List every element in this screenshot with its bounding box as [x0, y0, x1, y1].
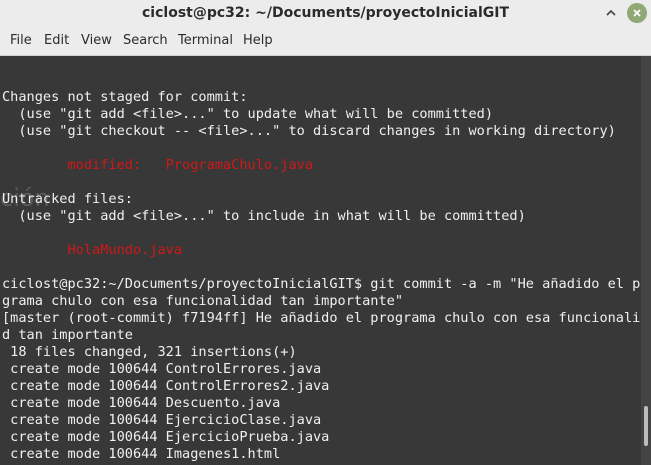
terminal-line: 18 files changed, 321 insertions(+)	[2, 344, 297, 360]
scrollbar[interactable]	[641, 56, 651, 465]
menu-view[interactable]: View	[81, 27, 112, 55]
menu-bar: File Edit View Search Terminal Help	[0, 27, 651, 56]
terminal-line: Untracked files:	[2, 191, 133, 207]
terminal-line: create mode 100644 EjercicioPrueba.java	[2, 429, 330, 445]
terminal-line: create mode 100644 EjercicioClase.java	[2, 412, 322, 428]
terminal-line: create mode 100644 ControlErrores.java	[2, 361, 322, 377]
scrollbar-thumb[interactable]	[644, 406, 648, 446]
menu-terminal[interactable]: Terminal	[178, 27, 233, 55]
window-title: ciclost@pc32: ~/Documents/proyectoInicia…	[142, 5, 509, 21]
terminal-line: [master (root-commit) f7194ff] He añadid…	[2, 310, 641, 326]
close-icon	[633, 9, 641, 17]
menu-help[interactable]: Help	[243, 27, 273, 55]
terminal-line: create mode 100644 ControlErrores2.java	[2, 378, 330, 394]
terminal-output[interactable]: ción Changes not staged for commit: (use…	[0, 56, 641, 465]
terminal-line: (use "git add <file>..." to include in w…	[2, 208, 526, 224]
menu-search[interactable]: Search	[123, 27, 168, 55]
terminal-lines: Changes not staged for commit: (use "git…	[2, 72, 641, 465]
terminal-window: ciclost@pc32: ~/Documents/proyectoInicia…	[0, 0, 651, 465]
close-button[interactable]	[627, 3, 647, 23]
maximize-button[interactable]	[601, 3, 621, 23]
maximize-icon	[606, 9, 616, 16]
terminal-line: (use "git checkout -- <file>..." to disc…	[2, 123, 616, 139]
terminal-line: grama chulo con esa funcionalidad tan im…	[2, 293, 404, 309]
terminal-line: modified: ProgramaChulo.java	[2, 157, 313, 173]
terminal-line: (use "git add <file>..." to update what …	[2, 106, 494, 122]
terminal-line: create mode 100644 Descuento.java	[2, 395, 281, 411]
menu-edit[interactable]: Edit	[44, 27, 69, 55]
terminal-line: d tan importante	[2, 327, 133, 343]
menu-file[interactable]: File	[10, 27, 32, 55]
terminal-line: ciclost@pc32:~/Documents/proyectoInicial…	[2, 276, 641, 292]
terminal-line: create mode 100644 Imagenes1.html	[2, 446, 281, 462]
terminal-line: HolaMundo.java	[2, 242, 183, 258]
terminal-line: Changes not staged for commit:	[2, 89, 248, 105]
title-bar[interactable]: ciclost@pc32: ~/Documents/proyectoInicia…	[0, 0, 651, 27]
